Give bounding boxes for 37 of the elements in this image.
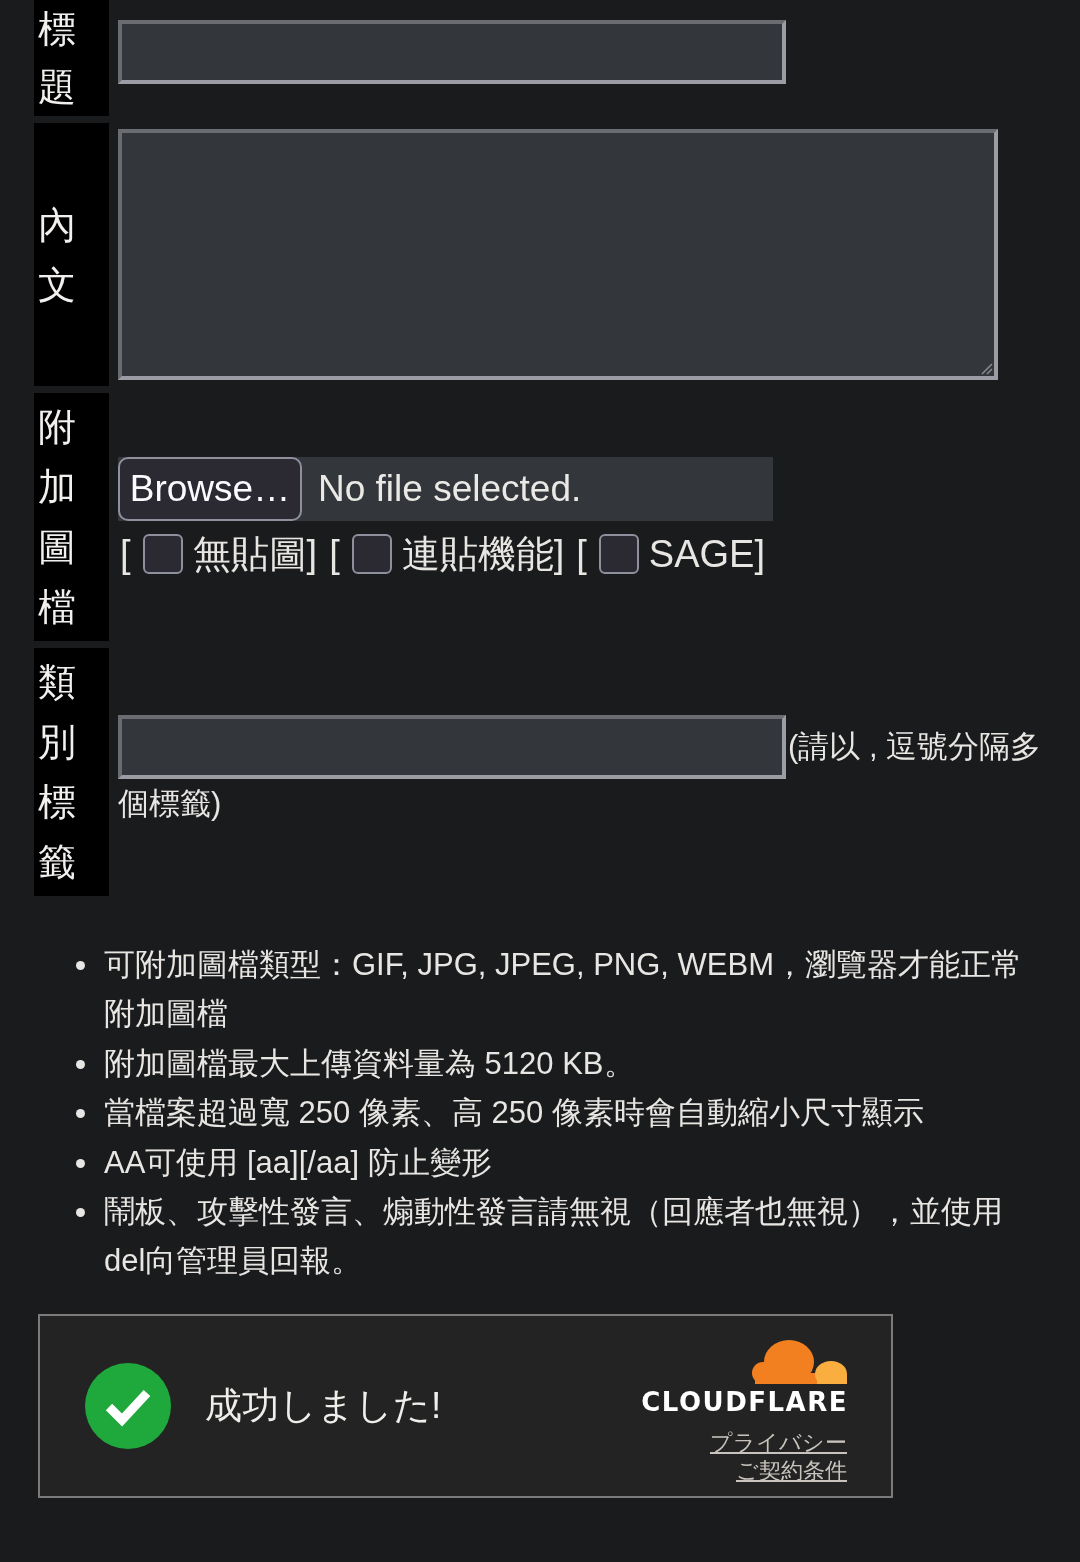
bullet-icon [76, 1109, 85, 1119]
bullet-icon [76, 961, 85, 970]
footer-link[interactable]: プライバシー [710, 1428, 847, 1457]
bullet-icon [76, 1059, 85, 1069]
bracket-text: [ [120, 532, 131, 577]
tags-hint: (請以 , 逗號分隔多 [788, 728, 1042, 766]
note-text: 鬧板、攻擊性發言、煽動性發言請無視（回應者也無視），並使用del向管理員回報。 [104, 1193, 1004, 1281]
checkbox-label: SAGE] [648, 532, 765, 577]
bullet-icon [76, 1158, 85, 1168]
bracket-text: [ [576, 532, 587, 577]
tags-input[interactable] [118, 715, 786, 779]
field-label: 附加圖檔 [38, 405, 76, 630]
body-textarea[interactable] [118, 129, 998, 380]
resize-grip-icon[interactable] [979, 361, 993, 375]
tags-hint: 個標籤) [118, 785, 222, 823]
note-text: 可附加圖檔類型：GIF, JPG, JPEG, PNG, WEBM，瀏覽器才能正常附加圖檔 [104, 946, 1023, 1034]
field-label: 類別標籤 [38, 660, 76, 885]
footer-link[interactable]: ご契約条件 [736, 1456, 847, 1485]
field-label: 內文 [38, 202, 76, 308]
checkbox[interactable] [598, 534, 639, 574]
file-status-text: No file selected. [318, 468, 582, 510]
note-text: 附加圖檔最大上傳資料量為 5120 KB。 [104, 1044, 636, 1083]
brand-wordmark: CLOUDFLARE [641, 1388, 848, 1415]
field-label: 標題 [38, 7, 76, 110]
status-text: 成功しました! [205, 1383, 442, 1428]
checkbox[interactable] [351, 534, 392, 574]
checkbox-label: 連貼機能] [401, 532, 565, 577]
checkbox-label: 無貼圖] [192, 532, 318, 577]
note-text: 當檔案超過寬 250 像素、高 250 像素時會自動縮小尺寸顯示 [104, 1094, 925, 1133]
note-text: AA可使用 [aa][/aa] 防止變形 [104, 1143, 493, 1182]
title-input[interactable] [118, 20, 786, 84]
success-check-icon [85, 1362, 171, 1449]
file-input[interactable]: Browse… No file selected. [118, 457, 773, 521]
bullet-icon [76, 1208, 85, 1218]
checkbox[interactable] [142, 534, 183, 574]
browse-button[interactable]: Browse… [118, 457, 302, 521]
bracket-text: [ [329, 532, 340, 577]
